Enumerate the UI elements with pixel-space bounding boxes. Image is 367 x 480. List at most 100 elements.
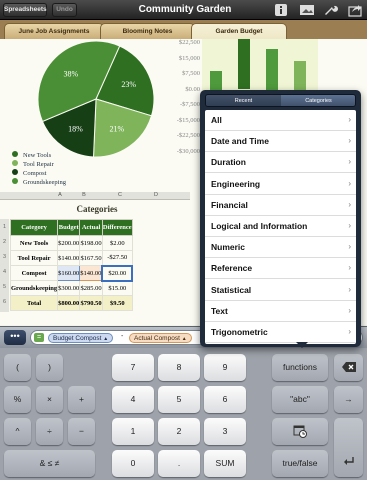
table-cell[interactable]: New Tools — [9, 235, 59, 251]
image-icon[interactable] — [299, 3, 315, 17]
data-grid: Category Budget Actual Difference New To… — [9, 219, 134, 311]
key-plus[interactable]: + — [68, 386, 95, 413]
key-percent[interactable]: % — [4, 386, 31, 413]
total-cell[interactable]: $9.50 — [101, 295, 133, 311]
category-item[interactable]: Duration › — [205, 152, 356, 174]
tab-garden-budget[interactable]: Garden Budget — [191, 23, 287, 40]
info-icon[interactable] — [273, 3, 289, 17]
chevron-right-icon: › — [348, 221, 351, 230]
category-item[interactable]: Text › — [205, 301, 356, 322]
key-minus[interactable]: − — [68, 418, 95, 445]
row-number[interactable]: 3 — [0, 250, 9, 265]
category-item[interactable]: Engineering › — [205, 174, 356, 195]
more-icon[interactable]: ••• — [4, 330, 26, 345]
key-sum[interactable]: SUM — [204, 450, 246, 477]
key-2[interactable]: 2 — [158, 418, 200, 445]
row-number[interactable]: 6 — [0, 295, 9, 310]
formula-token-actual[interactable]: Actual Compost ▲ — [129, 333, 192, 343]
table-cell[interactable]: -$27.50 — [101, 250, 133, 266]
referenced-cell-actual[interactable]: $140.00 — [79, 265, 103, 281]
header-cell[interactable]: Budget — [57, 219, 81, 236]
key-7[interactable]: 7 — [112, 354, 154, 381]
row-number[interactable]: 2 — [0, 235, 9, 250]
key-3[interactable]: 3 — [204, 418, 246, 445]
category-item[interactable]: Financial › — [205, 195, 356, 216]
header-cell[interactable]: Difference — [101, 219, 133, 236]
category-item[interactable]: Date and Time › — [205, 131, 356, 153]
calendar-clock-icon[interactable] — [272, 418, 328, 445]
axis-tick-label: $15,000 — [178, 54, 200, 62]
share-icon[interactable] — [347, 3, 363, 17]
key-caret[interactable]: ^ — [4, 418, 31, 445]
key-functions[interactable]: functions — [272, 354, 328, 381]
table-cell[interactable]: $167.50 — [79, 250, 103, 266]
row-number[interactable]: 1 — [0, 219, 9, 235]
tab-blooming-notes[interactable]: Blooming Notes — [100, 23, 195, 39]
key-decimal[interactable]: . — [158, 450, 200, 477]
key-true-false[interactable]: true/false — [272, 450, 328, 477]
tab-june-job-assignments[interactable]: June Job Assignments — [4, 23, 104, 39]
key-1[interactable]: 1 — [112, 418, 154, 445]
wrench-icon[interactable] — [323, 3, 339, 17]
axis-tick-label: -$7,500 — [179, 101, 200, 108]
row-number[interactable]: 5 — [0, 280, 9, 295]
table-cell[interactable]: Tool Repair — [9, 250, 59, 266]
key-8[interactable]: 8 — [158, 354, 200, 381]
key-6[interactable]: 6 — [204, 386, 246, 413]
category-item[interactable]: Reference › — [205, 258, 356, 280]
category-item[interactable]: Numeric › — [205, 237, 356, 259]
tab-categories[interactable]: Categories — [281, 95, 355, 106]
key-multiply[interactable]: × — [36, 386, 63, 413]
table-cell[interactable]: $140.00 — [57, 250, 81, 266]
selected-cell[interactable]: $20.00 — [101, 264, 134, 282]
chevron-right-icon: › — [348, 327, 351, 336]
table-cell[interactable]: Compost — [9, 265, 59, 281]
delete-icon[interactable] — [334, 354, 363, 381]
undo-button[interactable]: Undo — [52, 3, 77, 17]
total-cell[interactable]: Total — [9, 295, 59, 311]
referenced-cell-budget[interactable]: $160.00 — [57, 265, 81, 281]
table-cell[interactable]: $2.00 — [101, 235, 133, 251]
table-cell[interactable]: $200.00 — [57, 235, 81, 251]
total-cell[interactable]: $790.50 — [79, 295, 103, 311]
pie-chart[interactable]: 23% 21% 18% 38% — [36, 39, 156, 159]
key-0[interactable]: 0 — [112, 450, 154, 477]
category-item[interactable]: All › — [205, 110, 356, 131]
tab-recent[interactable]: Recent — [206, 95, 281, 106]
formula-keyboard: ( ) 7 8 9 functions % × + 4 5 6 "abc" → … — [0, 348, 367, 480]
total-cell[interactable]: $800.00 — [57, 295, 81, 311]
table-cell[interactable]: Groundskeeping — [9, 280, 59, 296]
key-4[interactable]: 4 — [112, 386, 154, 413]
category-item[interactable]: Logical and Information › — [205, 216, 356, 237]
key-close-paren[interactable]: ) — [36, 354, 63, 381]
column-header-a[interactable]: A — [50, 192, 70, 198]
return-icon[interactable] — [334, 418, 363, 477]
formula-equals-badge: = — [34, 333, 44, 342]
column-header-c[interactable]: C — [110, 192, 130, 198]
chevron-right-icon: › — [348, 178, 351, 188]
category-item[interactable]: Statistical › — [205, 280, 356, 301]
key-5[interactable]: 5 — [158, 386, 200, 413]
table-cell[interactable]: $300.00 — [57, 280, 81, 296]
key-divide[interactable]: ÷ — [36, 418, 63, 445]
column-header-b[interactable]: B — [74, 192, 94, 198]
table-cell[interactable]: $15.00 — [101, 280, 133, 296]
table-cell[interactable]: $198.00 — [79, 235, 103, 251]
key-next-arrow[interactable]: → — [334, 386, 363, 413]
spreadsheets-button[interactable]: Spreadsheets — [3, 3, 47, 17]
key-open-paren[interactable]: ( — [4, 354, 31, 381]
pie-slice-label: 38% — [64, 69, 79, 78]
category-item[interactable]: Trigonometric › — [205, 322, 356, 343]
formula-token-budget[interactable]: Budget Compost ▲ — [48, 333, 114, 343]
legend-swatch — [12, 151, 18, 157]
key-text[interactable]: "abc" — [272, 386, 328, 413]
header-cell[interactable]: Actual — [79, 219, 103, 236]
pie-slice-label: 18% — [68, 125, 83, 134]
key-comparison[interactable]: & ≤ ≠ — [4, 450, 95, 477]
chevron-right-icon: › — [348, 136, 351, 146]
row-number[interactable]: 4 — [0, 265, 9, 280]
column-header-d[interactable]: D — [146, 192, 166, 198]
table-cell[interactable]: $285.00 — [79, 280, 103, 296]
header-cell[interactable]: Category — [9, 219, 59, 236]
key-9[interactable]: 9 — [204, 354, 246, 381]
